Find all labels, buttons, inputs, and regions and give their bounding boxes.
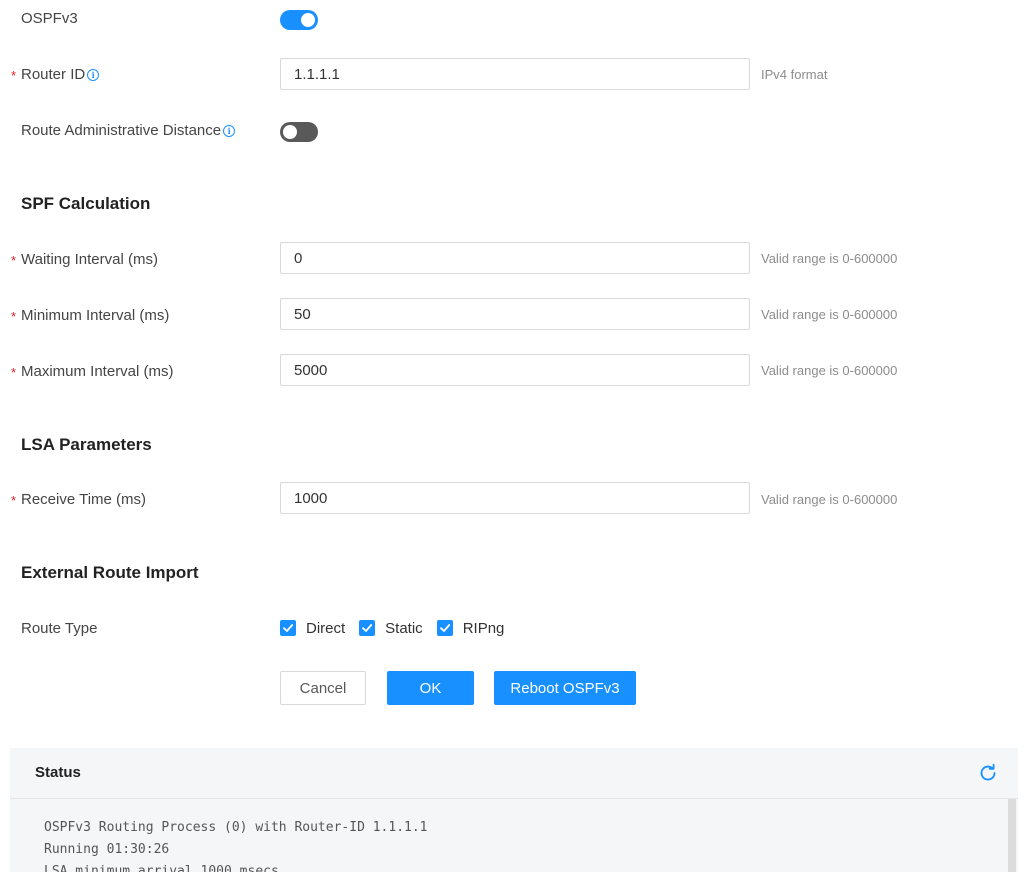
ospfv3-settings-page: OSPFv3 *Router IDi IPv4 format Route Adm… (0, 0, 1024, 872)
toggle-knob (301, 13, 315, 27)
receive-time-label-row: * Receive Time (ms) (11, 490, 147, 510)
minimum-interval-label: Minimum Interval (ms) (21, 307, 170, 324)
check-icon[interactable] (436, 620, 453, 636)
info-icon[interactable]: i (223, 125, 236, 137)
reboot-ospfv3-button[interactable]: Reboot OSPFv3 (494, 671, 636, 705)
toggle-knob (283, 125, 297, 139)
receive-time-field[interactable] (280, 482, 750, 514)
status-line: Running 01:30:26 (44, 842, 170, 857)
minimum-interval-input[interactable] (281, 299, 749, 329)
minimum-interval-field[interactable] (280, 298, 750, 330)
ospfv3-label: OSPFv3 (21, 10, 78, 27)
waiting-interval-label: Waiting Interval (ms) (21, 251, 158, 268)
waiting-interval-hint: Valid range is 0-600000 (761, 251, 898, 266)
checkbox-ripng[interactable]: RIPng (436, 619, 505, 637)
lsa-section-title: LSA Parameters (21, 435, 152, 454)
waiting-interval-input[interactable] (281, 243, 749, 273)
maximum-interval-label-row: * Maximum Interval (ms) (11, 362, 174, 382)
route-admin-distance-label-row: Route Administrative Distance i (21, 121, 236, 141)
required-asterisk: * (11, 253, 17, 268)
status-line: OSPFv3 Routing Process (0) with Router-I… (44, 820, 428, 835)
maximum-interval-hint: Valid range is 0-600000 (761, 363, 898, 378)
cancel-button[interactable]: Cancel (280, 671, 366, 705)
maximum-interval-input[interactable] (281, 355, 749, 385)
waiting-interval-field[interactable] (280, 242, 750, 274)
route-admin-distance-toggle[interactable] (280, 122, 318, 142)
required-asterisk: * (11, 68, 17, 83)
ok-button[interactable]: OK (387, 671, 474, 705)
router-id-input[interactable] (281, 59, 749, 89)
receive-time-input[interactable] (281, 483, 749, 513)
ospfv3-toggle[interactable] (280, 10, 318, 30)
status-scrollbar[interactable] (1008, 799, 1016, 872)
waiting-interval-label-row: * Waiting Interval (ms) (11, 250, 158, 270)
router-id-label: Router ID (21, 66, 86, 83)
required-asterisk: * (11, 365, 17, 380)
status-panel: Status OSPFv3 Routing Process (0) with R… (10, 748, 1018, 872)
check-icon[interactable] (359, 620, 376, 636)
maximum-interval-label: Maximum Interval (ms) (21, 363, 174, 380)
required-asterisk: * (11, 493, 17, 508)
check-icon[interactable] (280, 620, 296, 636)
info-icon[interactable]: i (87, 69, 100, 81)
status-line: LSA minimum arrival 1000 msecs (44, 864, 279, 872)
router-id-hint: IPv4 format (761, 67, 828, 82)
checkbox-label: Static (385, 619, 423, 637)
route-type-checkbox-group: Direct Static RIPng (280, 618, 518, 638)
spf-section-title: SPF Calculation (21, 194, 151, 213)
receive-time-hint: Valid range is 0-600000 (761, 492, 898, 507)
router-id-label-row: * Router ID i (11, 65, 100, 85)
required-asterisk: * (11, 309, 17, 324)
checkbox-direct[interactable]: Direct (280, 620, 345, 637)
route-admin-distance-label: Route Administrative Distance (21, 122, 222, 139)
minimum-interval-hint: Valid range is 0-600000 (761, 307, 898, 322)
checkbox-label: RIPng (462, 619, 505, 637)
maximum-interval-field[interactable] (280, 354, 750, 386)
router-id-field[interactable] (280, 58, 750, 90)
status-header: Status (10, 748, 1018, 799)
refresh-icon[interactable] (978, 763, 998, 783)
receive-time-label: Receive Time (ms) (21, 491, 147, 508)
route-type-label: Route Type (21, 620, 98, 637)
external-route-section-title: External Route Import (21, 563, 199, 582)
checkbox-static[interactable]: Static (359, 620, 423, 637)
status-output: OSPFv3 Routing Process (0) with Router-I… (10, 799, 1006, 872)
checkbox-label: Direct (306, 619, 346, 637)
minimum-interval-label-row: * Minimum Interval (ms) (11, 306, 170, 326)
status-title: Status (35, 764, 81, 781)
